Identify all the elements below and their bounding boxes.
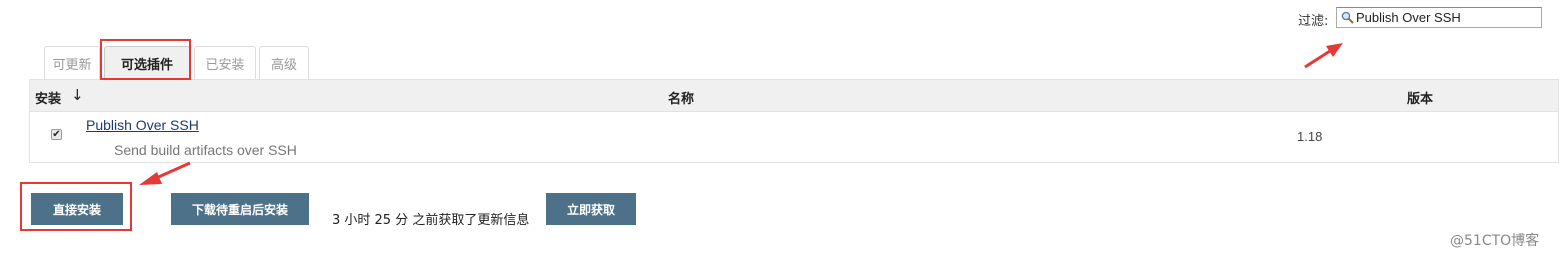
tab-installed[interactable]: 已安装 xyxy=(194,46,256,79)
tab-label: 可更新 xyxy=(52,57,92,73)
tab-label: 可选插件 xyxy=(120,57,173,73)
plugins-table: 安装 ↓ 名称 版本 ✔ Publish Over SSH Send build… xyxy=(29,79,1559,163)
name-column-header[interactable]: 名称 xyxy=(668,88,694,107)
install-now-button[interactable]: 直接安装 xyxy=(31,193,123,225)
search-icon xyxy=(1341,11,1354,24)
install-checkbox[interactable]: ✔ xyxy=(51,129,62,140)
filter-label: 过滤: xyxy=(1298,14,1329,29)
filter-input[interactable] xyxy=(1356,8,1536,27)
install-column-header[interactable]: 安装 xyxy=(35,88,61,107)
tab-label: 高级 xyxy=(270,57,297,73)
tab-advanced[interactable]: 高级 xyxy=(259,46,309,79)
button-label: 直接安装 xyxy=(52,202,101,217)
annotation-arrow-filter-icon xyxy=(1304,43,1343,69)
filter-input-box[interactable] xyxy=(1336,7,1542,28)
download-restart-button[interactable]: 下载待重启后安装 xyxy=(171,193,309,225)
tab-available[interactable]: 可选插件 xyxy=(104,46,190,79)
sort-arrow-icon[interactable]: ↓ xyxy=(71,86,84,104)
button-label: 立即获取 xyxy=(566,202,615,217)
watermark: @51CTO博客 xyxy=(1450,233,1540,249)
plugin-version: 1.18 xyxy=(1297,129,1323,144)
plugin-name-link[interactable]: Publish Over SSH xyxy=(86,117,199,133)
tab-label: 已安装 xyxy=(205,57,245,73)
version-column-header[interactable]: 版本 xyxy=(1407,88,1433,107)
table-header: 安装 ↓ 名称 版本 xyxy=(30,80,1558,112)
annotation-arrow-install-icon xyxy=(139,161,191,185)
check-now-button[interactable]: 立即获取 xyxy=(546,193,636,225)
plugin-description: Send build artifacts over SSH xyxy=(114,142,297,158)
update-status-text: 3 小时 25 分 之前获取了更新信息 xyxy=(332,213,530,228)
tab-updates[interactable]: 可更新 xyxy=(44,46,100,79)
button-label: 下载待重启后安装 xyxy=(191,202,288,217)
checkmark-icon: ✔ xyxy=(52,129,61,140)
